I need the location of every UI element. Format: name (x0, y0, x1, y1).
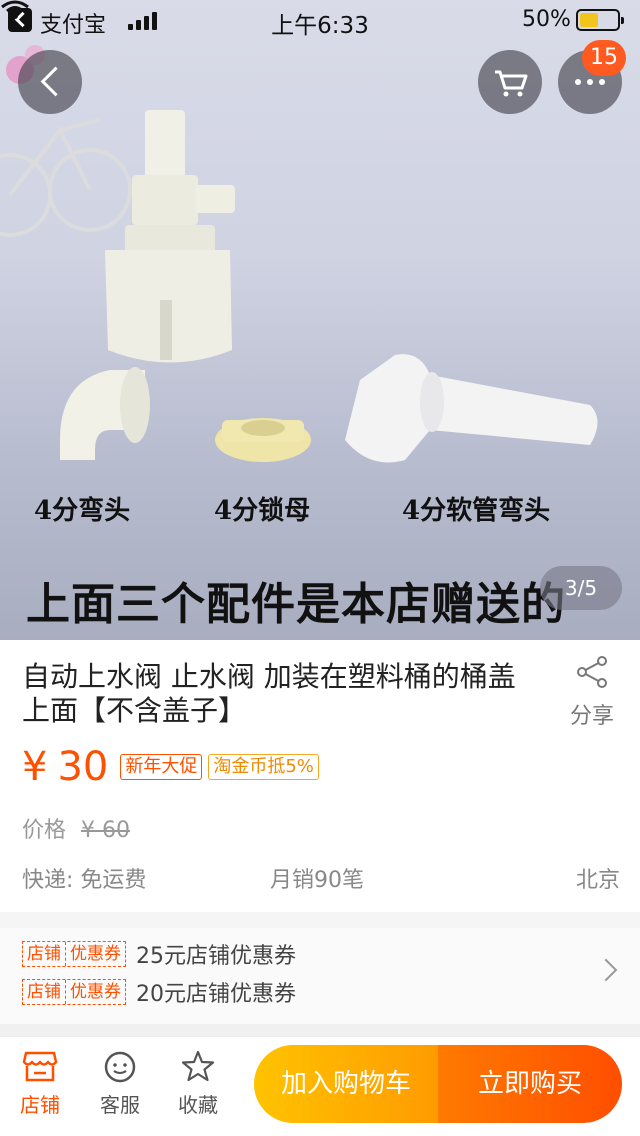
buy-now-button[interactable]: 立即购买 (438, 1045, 622, 1123)
back-button[interactable] (18, 50, 82, 114)
more-badge: 15 (582, 40, 626, 76)
coupon-item[interactable]: 店铺 优惠券 20元店铺优惠券 (22, 976, 296, 1008)
star-icon (181, 1050, 215, 1082)
chevron-right-icon (594, 958, 618, 982)
coupon-section[interactable]: 店铺 优惠券 25元店铺优惠券 店铺 优惠券 20元店铺优惠券 (0, 928, 640, 1024)
tab-service[interactable]: 客服 (90, 1049, 150, 1118)
share-label: 分享 (569, 704, 614, 729)
section-divider (0, 912, 640, 928)
image-counter: 3/5 (540, 566, 622, 610)
share-button[interactable]: 分享 (560, 654, 624, 730)
product-photo (0, 45, 598, 463)
store-icon (22, 1051, 58, 1082)
coupon-item[interactable]: 店铺 优惠券 25元店铺优惠券 (22, 938, 296, 970)
add-to-cart-button[interactable]: 加入购物车 (254, 1045, 438, 1123)
battery-percent: 50% (522, 7, 571, 32)
tab-store-label: 店铺 (20, 1093, 60, 1117)
original-price-label: 价格 (22, 818, 67, 843)
caption-elbow: 4分弯头 (34, 496, 131, 526)
status-bar: 支付宝 上午6:33 50% (0, 0, 640, 40)
share-icon (577, 656, 607, 688)
bottom-action-bar: 店铺 客服 收藏 加入购物车 立即购买 (0, 1036, 640, 1136)
tab-favorite-label: 收藏 (178, 1093, 218, 1117)
battery-icon (576, 9, 624, 31)
product-image-gallery[interactable]: 支付宝 上午6:33 50% 15 4分弯头 4分锁母 4分软管弯头 上面三个配… (0, 0, 640, 640)
original-price-row: 价格 ¥ 60 (22, 812, 130, 844)
coupon-tag: 店铺 优惠券 (22, 979, 126, 1005)
coupon-text: 20元店铺优惠券 (136, 982, 296, 1007)
tab-favorite[interactable]: 收藏 (168, 1049, 228, 1118)
tab-service-label: 客服 (100, 1093, 140, 1117)
original-price: ¥ 60 (81, 818, 130, 843)
cart-button[interactable] (478, 50, 542, 114)
tab-store[interactable]: 店铺 (10, 1049, 70, 1118)
shipping-info: 快递: 免运费 (22, 868, 147, 893)
customer-service-icon (104, 1051, 136, 1083)
product-title: 自动上水阀 止水阀 加装在塑料桶的桶盖上面【不含盖子】 (22, 660, 516, 727)
caption-lock-nut: 4分锁母 (214, 496, 311, 526)
promo-tag: 新年大促 (120, 754, 203, 780)
caption-hose-elbow: 4分软管弯头 (402, 496, 551, 526)
location: 北京 (575, 868, 620, 893)
coupon-text: 25元店铺优惠券 (136, 944, 296, 969)
currency-symbol: ¥ (22, 744, 48, 790)
more-icon (575, 79, 605, 85)
coupon-tag: 店铺 优惠券 (22, 941, 126, 967)
coin-tag: 淘金币抵5% (208, 754, 319, 780)
caption-main: 上面三个配件是本店赠送的 (26, 579, 566, 630)
price-row: ¥ 30 新年大促 淘金币抵5% (22, 744, 319, 790)
price: 30 (57, 744, 109, 790)
monthly-sales: 月销90笔 (270, 868, 364, 893)
cart-icon (495, 70, 528, 97)
